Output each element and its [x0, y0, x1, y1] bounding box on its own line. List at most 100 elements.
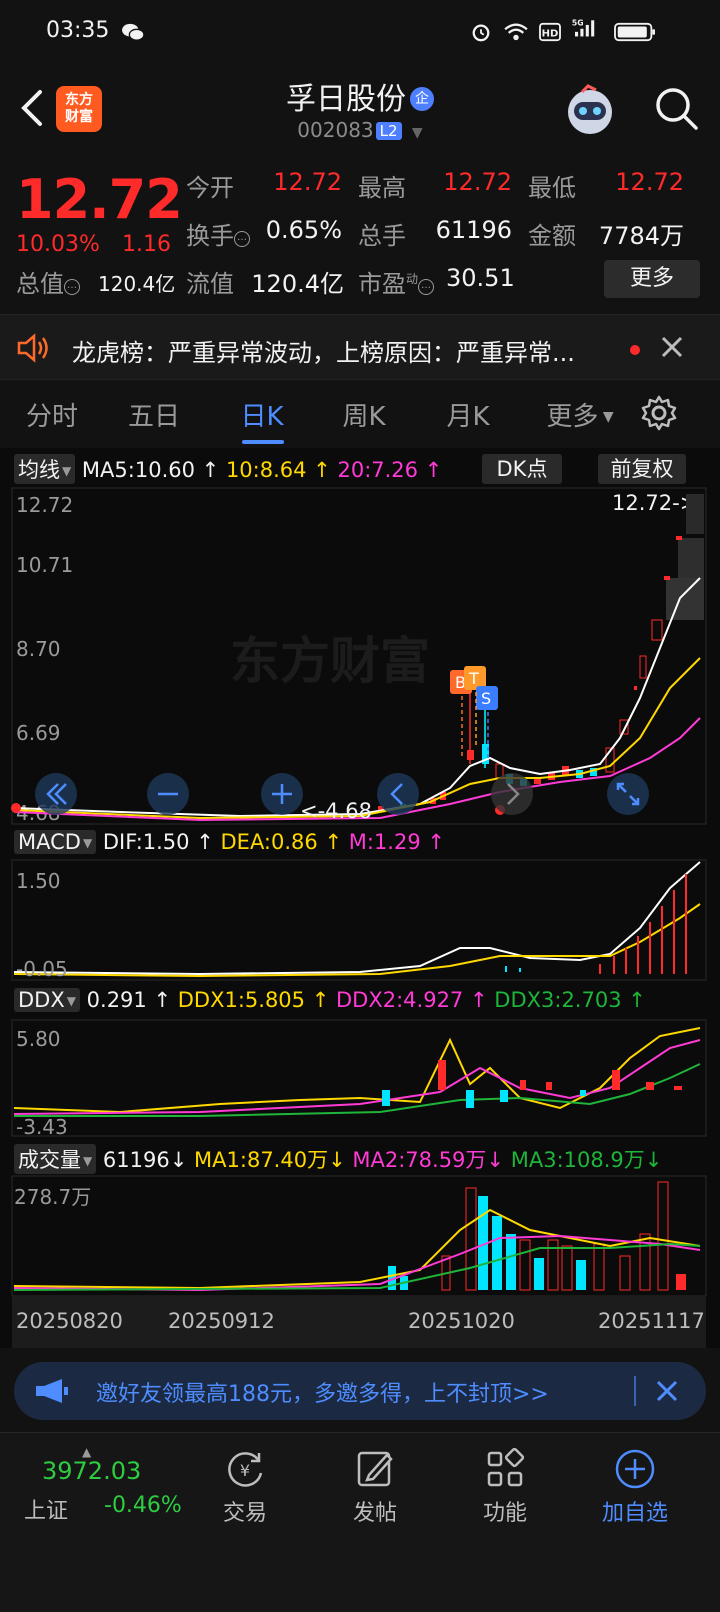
volume-selector[interactable]: 成交量 ▼ — [14, 1144, 97, 1174]
close-icon[interactable] — [654, 1378, 680, 1404]
ddx1-line — [13, 1027, 701, 1114]
ddx-value: 0.291 — [86, 988, 147, 1012]
change-percent: 10.03% — [16, 232, 100, 257]
low-price-tag: <-4.68 — [300, 799, 372, 823]
active-tab-indicator — [242, 440, 284, 444]
info-icon[interactable]: … — [234, 231, 250, 247]
quote-panel: 12.72 10.03% 1.16 总值… 120.4亿 今开 12.72 最高… — [0, 154, 720, 314]
enterprise-badge: 企 — [410, 87, 434, 111]
macd-dif-line — [13, 861, 701, 976]
macd-dif: DIF:1.50 — [102, 830, 190, 854]
macd-selector[interactable]: MACD ▼ — [14, 830, 97, 854]
ddx2-value: DDX2:4.927 — [336, 988, 464, 1012]
svg-text:¥: ¥ — [240, 1461, 250, 1480]
macd-panel-frame — [11, 859, 707, 981]
index-name[interactable]: 上证 — [24, 1493, 68, 1525]
signal-5g-icon: 5G — [572, 19, 595, 37]
ma5-line — [13, 577, 701, 818]
wifi-icon — [504, 23, 528, 41]
vol-ma1-value: MA1:87.40万 — [194, 1148, 329, 1172]
price-axis-0: 12.72 — [16, 493, 73, 517]
invite-banner[interactable]: 邀好友领最高188元，多邀多得，上不封顶>> — [14, 1362, 706, 1420]
change-amount: 1.16 — [122, 232, 171, 257]
zoom-in-icon[interactable] — [260, 772, 304, 816]
macd-axis-top: 1.50 — [16, 869, 61, 893]
vol-panel-frame — [11, 1175, 707, 1297]
volume-value: 61196 — [435, 216, 512, 244]
volume-legend: 成交量 ▼ 61196↓ MA1:87.40万↓ MA2:78.59万↓ MA3:… — [14, 1144, 662, 1174]
kline-chart-area[interactable]: 均线 ▼ MA5:10.60 ↑ 10:8.64 ↑ 20:7.26 ↑ DK点 … — [0, 448, 720, 1348]
chart-tabs: 分时 五日 日K 周K 月K 更多 ▼ — [0, 382, 720, 446]
last-price-tag: 12.72-> — [612, 491, 697, 515]
high-label: 最高 — [358, 174, 406, 202]
alarm-icon — [472, 24, 490, 42]
ddx-axis-top: 5.80 — [16, 1027, 61, 1051]
tab-monthly-k[interactable]: 月K — [438, 396, 498, 433]
speaker-icon — [17, 333, 48, 363]
last-price: 12.72 — [16, 168, 183, 231]
macd-dea: DEA:0.86 — [220, 830, 318, 854]
close-icon[interactable] — [660, 335, 684, 359]
level2-badge: L2 — [375, 122, 402, 140]
status-bar: 03:35 HD 5G — [0, 0, 720, 62]
tab-five-day[interactable]: 五日 — [124, 396, 184, 433]
volume-label: 总手 — [358, 222, 406, 250]
tab-more[interactable]: 更多 ▼ — [540, 396, 620, 433]
date-label-1: 20250912 — [168, 1309, 275, 1333]
turnover-label: 换手… — [186, 216, 250, 251]
nav-post[interactable]: 发帖 — [320, 1447, 430, 1527]
ddx-selector[interactable]: DDX ▼ — [14, 988, 80, 1012]
info-icon[interactable]: … — [64, 279, 80, 295]
nav-functions[interactable]: 功能 — [450, 1447, 560, 1527]
scroll-right-icon[interactable] — [490, 772, 534, 816]
index-change[interactable]: -0.46% — [104, 1493, 182, 1518]
more-button[interactable]: 更多 — [604, 260, 700, 298]
tab-daily-k[interactable]: 日K — [232, 396, 292, 433]
macd-dea-line — [13, 903, 701, 978]
float-label: 流值 — [186, 270, 234, 298]
grid-icon — [487, 1447, 525, 1487]
stock-code: 002083 — [297, 118, 374, 142]
bottom-nav: ▲ 3972.03 上证 -0.46% ¥ 交易 发帖 功能 加自选 — [0, 1432, 720, 1612]
invite-text: 邀好友领最高188元，多邀多得，上不封顶>> — [96, 1382, 549, 1407]
price-axis-2: 8.70 — [16, 637, 61, 661]
vol-ma2-value: MA2:78.59万 — [352, 1148, 487, 1172]
hd-icon: HD — [539, 22, 561, 42]
date-label-3: 20251117 — [598, 1309, 705, 1333]
stock-header: 东方 财富 孚日股份企 002083 L2 ▼ — [0, 62, 720, 154]
info-icon[interactable]: … — [418, 279, 435, 295]
scroll-left-icon[interactable] — [376, 772, 420, 816]
market-value: 120.4亿 — [98, 272, 176, 296]
date-label-0: 20250820 — [16, 1309, 123, 1333]
turnover-value: 0.65% — [265, 216, 342, 244]
robot-assistant-icon[interactable] — [562, 82, 618, 138]
amount-value: 7784万 — [598, 222, 684, 250]
tab-weekly-k[interactable]: 周K — [334, 396, 394, 433]
divider — [634, 1376, 636, 1406]
float-value: 120.4亿 — [251, 270, 344, 298]
unread-dot — [630, 345, 640, 355]
amount-label: 金额 — [528, 222, 576, 250]
chevron-down-icon: ▼ — [411, 125, 423, 141]
search-icon[interactable] — [652, 84, 700, 132]
scroll-left-fast-icon[interactable] — [34, 772, 78, 816]
status-time: 03:35 — [46, 18, 110, 43]
fullscreen-icon[interactable] — [606, 772, 650, 816]
zoom-out-icon[interactable] — [146, 772, 190, 816]
nav-add-watchlist[interactable]: 加自选 — [580, 1447, 690, 1527]
macd-axis-bottom: -0.05 — [16, 957, 68, 981]
market-value-label: 总值… — [16, 264, 80, 299]
notice-bar[interactable]: 龙虎榜：严重异常波动，上榜原因：严重异常... — [0, 314, 720, 380]
ddx1-value: DDX1:5.805 — [177, 988, 306, 1012]
pe-label: 市盈动… — [358, 264, 435, 299]
vol-ma3-value: MA3:108.9万 — [510, 1148, 645, 1172]
gear-icon[interactable] — [640, 394, 678, 432]
index-value[interactable]: 3972.03 — [42, 1457, 141, 1485]
svg-text:S: S — [481, 689, 491, 708]
nav-trade[interactable]: ¥ 交易 — [190, 1447, 300, 1527]
tab-intraday[interactable]: 分时 — [22, 396, 82, 433]
macd-legend: MACD ▼ DIF:1.50 ↑ DEA:0.86 ↑ M:1.29 ↑ — [14, 830, 445, 854]
trade-icon: ¥ — [228, 1452, 263, 1487]
edit-icon — [357, 1451, 393, 1487]
high-value: 12.72 — [443, 168, 512, 196]
